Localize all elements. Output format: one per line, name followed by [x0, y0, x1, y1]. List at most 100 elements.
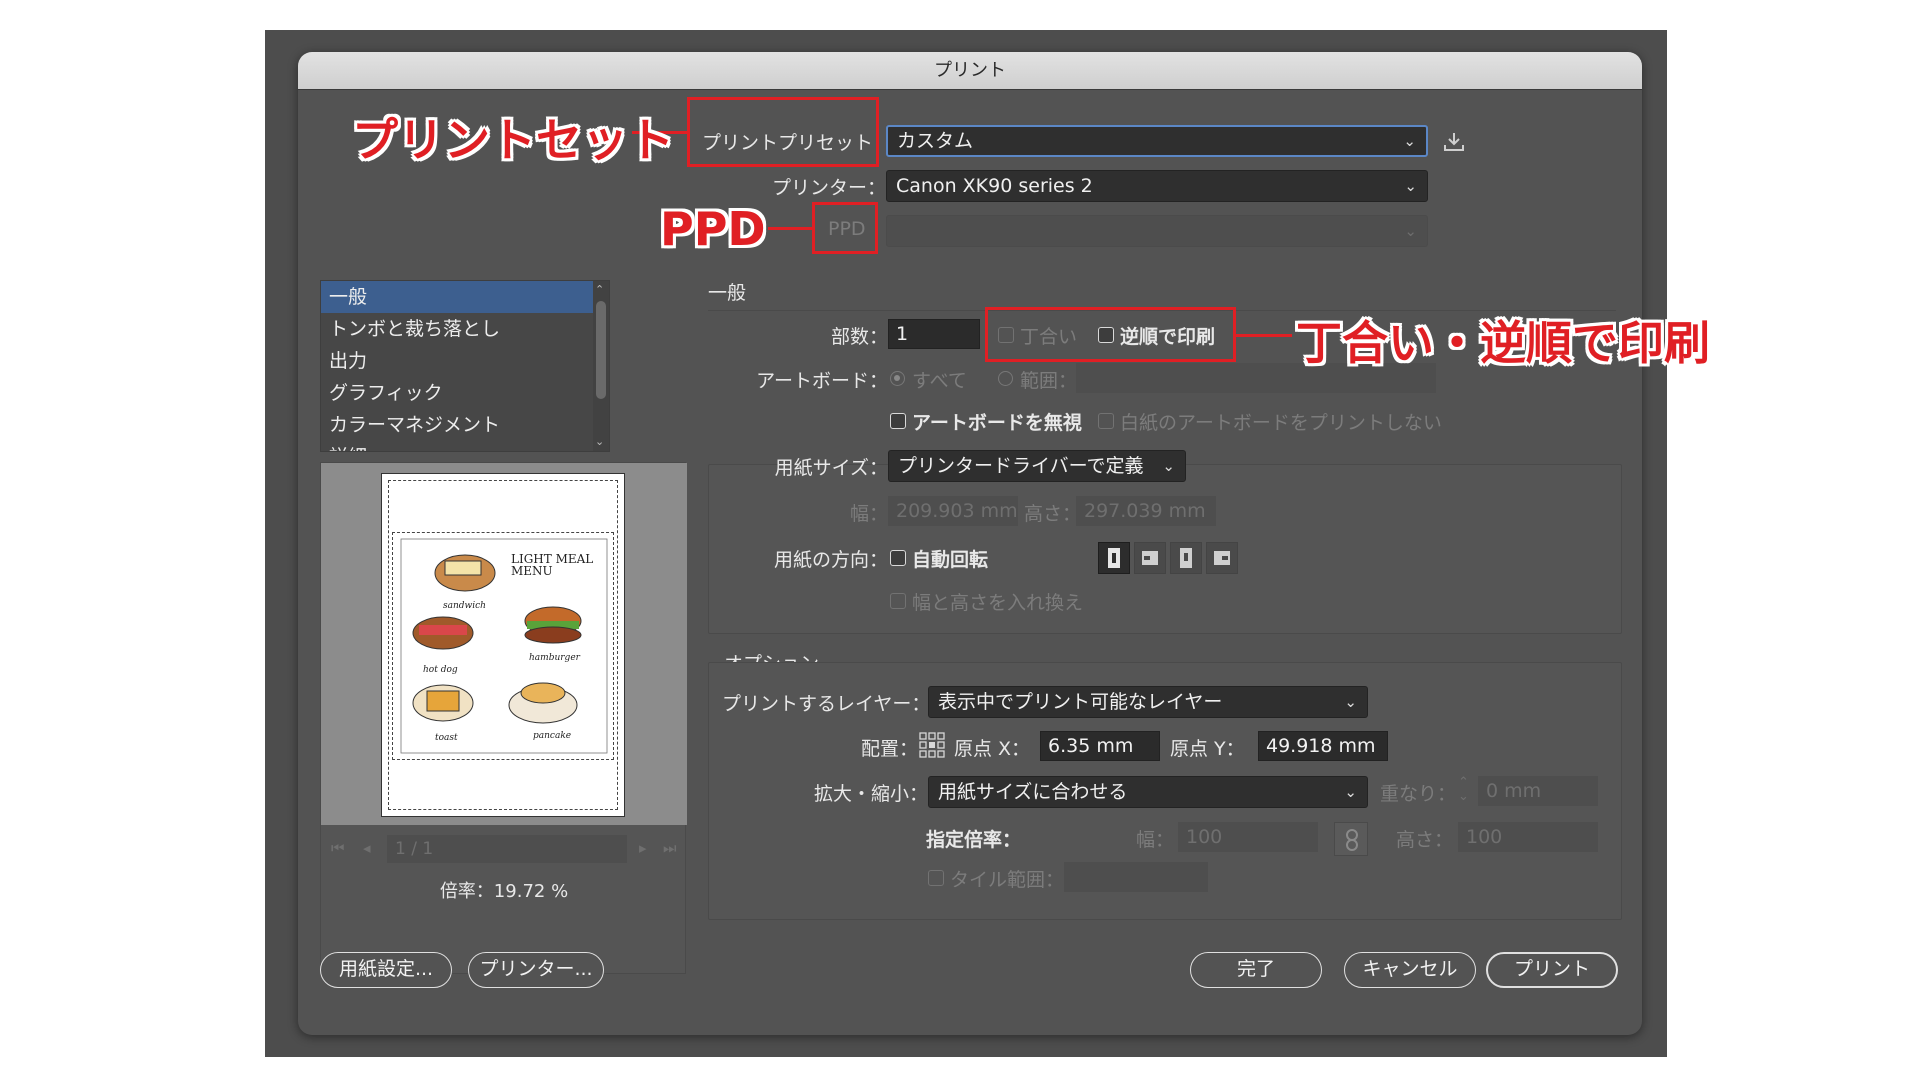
- scale-width-input[interactable]: 100: [1178, 822, 1318, 852]
- scale-width-label: 幅：: [1136, 829, 1175, 851]
- menu-item: hamburger: [529, 653, 580, 663]
- last-page-icon[interactable]: ⏭: [663, 839, 677, 857]
- chevron-down-icon: ⌄: [1404, 222, 1417, 240]
- cancel-button[interactable]: キャンセル: [1344, 952, 1476, 988]
- printer-value: Canon XK90 series 2: [896, 175, 1093, 197]
- dialog-title: プリント: [298, 52, 1642, 90]
- link-icon[interactable]: [1334, 822, 1368, 856]
- save-preset-icon[interactable]: [1442, 130, 1466, 154]
- ignore-artboards-checkbox[interactable]: [890, 413, 906, 429]
- width-input[interactable]: 209.903 mm: [888, 496, 1018, 526]
- page-setup-button[interactable]: 用紙設定...: [320, 952, 452, 988]
- prev-page-icon[interactable]: ◂: [363, 839, 371, 857]
- preset-select[interactable]: カスタム ⌄: [886, 125, 1428, 157]
- category-output[interactable]: 出力: [321, 345, 609, 377]
- print-set-annotation: プリントセット: [352, 113, 674, 167]
- origin-x-label: 原点 X：: [954, 738, 1031, 760]
- scroll-thumb[interactable]: [596, 301, 606, 399]
- range-label: 範囲：: [1020, 370, 1078, 392]
- preview-panel: LIGHT MEAL MENU sandwich hamburger hot d…: [320, 462, 687, 974]
- category-list[interactable]: 一般 トンボと裁ち落とし 出力 グラフィック カラーマネジメント 詳細 ⌃ ⌄: [320, 280, 610, 452]
- artwork-bounds: LIGHT MEAL MENU sandwich hamburger hot d…: [392, 532, 614, 760]
- layers-value: 表示中でプリント可能なレイヤー: [938, 691, 1223, 713]
- ignore-artboards-label: アートボードを無視: [912, 412, 1082, 434]
- landscape-flipped-icon[interactable]: [1206, 542, 1238, 574]
- reference-point-icon[interactable]: [918, 731, 946, 759]
- done-button[interactable]: 完了: [1190, 952, 1322, 988]
- copies-label: 部数：: [830, 326, 888, 348]
- preset-value: カスタム: [897, 130, 974, 152]
- scale-value: 用紙サイズに合わせる: [938, 781, 1128, 803]
- printer-select[interactable]: Canon XK90 series 2 ⌄: [886, 170, 1428, 202]
- collate-callout-line: [1236, 334, 1292, 337]
- page-field[interactable]: 1 / 1: [387, 835, 627, 863]
- category-graphics[interactable]: グラフィック: [321, 377, 609, 409]
- printer-label: プリンター：: [771, 177, 886, 199]
- height-input[interactable]: 297.039 mm: [1076, 496, 1216, 526]
- next-page-icon[interactable]: ▸: [639, 839, 647, 857]
- menu-title: LIGHT MEAL MENU: [511, 552, 594, 578]
- layers-label: プリントするレイヤー：: [722, 693, 931, 715]
- menu-item: pancake: [533, 731, 572, 741]
- auto-rotate-checkbox[interactable]: [890, 550, 906, 566]
- overlap-stepper-icon[interactable]: ⌃ ⌄: [1458, 776, 1469, 804]
- all-artboards-label: すべて: [912, 370, 967, 392]
- collate-reverse-annotation: 丁合い・逆順で印刷: [1296, 316, 1710, 370]
- collate-highlight-box: [985, 307, 1236, 362]
- portrait-icon[interactable]: [1098, 542, 1130, 574]
- chevron-down-icon: ⌄: [1162, 457, 1175, 475]
- scroll-up-icon[interactable]: ⌃: [595, 283, 604, 296]
- menu-item: sandwich: [443, 601, 486, 611]
- category-scrollbar[interactable]: ⌃ ⌄: [593, 281, 609, 451]
- origin-y-label: 原点 Y：: [1170, 738, 1245, 760]
- copies-input[interactable]: 1: [888, 319, 980, 349]
- landscape-icon[interactable]: [1134, 542, 1166, 574]
- tile-range-checkbox[interactable]: [928, 870, 944, 886]
- tile-range-input[interactable]: [1064, 862, 1208, 892]
- paper-size-label: 用紙サイズ：: [774, 457, 888, 479]
- ppd-highlight-box: [812, 202, 878, 254]
- artboard-label: アートボード：: [756, 370, 888, 392]
- tile-range-label: タイル範囲：: [950, 869, 1065, 891]
- printer-settings-button[interactable]: プリンター...: [468, 952, 604, 988]
- swap-dimensions-checkbox[interactable]: [890, 593, 906, 609]
- menu-item: hot dog: [423, 665, 458, 675]
- print-dialog: プリント プリントプリセット カスタム ⌄ プリンター： Canon XK90 …: [298, 52, 1642, 1035]
- overlap-label: 重なり：: [1380, 783, 1457, 805]
- origin-x-input[interactable]: 6.35 mm: [1040, 731, 1160, 761]
- chevron-down-icon: ⌄: [1344, 693, 1357, 711]
- preset-highlight-box: [687, 97, 879, 167]
- origin-y-input[interactable]: 49.918 mm: [1258, 731, 1388, 761]
- paper-size-value: プリンタードライバーで定義: [898, 455, 1144, 477]
- category-general[interactable]: 一般: [321, 281, 609, 313]
- range-radio[interactable]: [998, 371, 1013, 386]
- general-heading: 一般: [708, 282, 747, 304]
- print-button[interactable]: プリント: [1486, 952, 1618, 988]
- scale-label: 拡大・縮小：: [813, 783, 928, 805]
- orientation-label: 用紙の方向：: [773, 549, 888, 571]
- ppd-select[interactable]: ⌄: [886, 215, 1428, 247]
- preview-area[interactable]: LIGHT MEAL MENU sandwich hamburger hot d…: [321, 463, 687, 825]
- first-page-icon[interactable]: ⏮: [331, 839, 345, 857]
- skip-blank-checkbox[interactable]: [1098, 413, 1114, 429]
- width-label: 幅：: [849, 503, 888, 525]
- scale-height-label: 高さ：: [1396, 829, 1454, 851]
- overlap-input[interactable]: 0 mm: [1478, 776, 1598, 806]
- placement-label: 配置：: [860, 738, 918, 760]
- category-color-management[interactable]: カラーマネジメント: [321, 409, 609, 441]
- category-advanced[interactable]: 詳細: [321, 441, 609, 451]
- layers-select[interactable]: 表示中でプリント可能なレイヤー ⌄: [928, 686, 1368, 718]
- all-artboards-radio[interactable]: [890, 371, 905, 386]
- scale-height-input[interactable]: 100: [1458, 822, 1598, 852]
- menu-item: toast: [435, 733, 458, 743]
- scroll-down-icon[interactable]: ⌄: [595, 435, 604, 448]
- portrait-flipped-icon[interactable]: [1170, 542, 1202, 574]
- skip-blank-label: 白紙のアートボードをプリントしない: [1120, 412, 1442, 434]
- paper-size-select[interactable]: プリンタードライバーで定義 ⌄: [888, 450, 1186, 482]
- chevron-down-icon: ⌄: [1403, 132, 1416, 150]
- swap-dimensions-label: 幅と高さを入れ換え: [912, 592, 1084, 614]
- ppd-callout-line: [768, 227, 813, 230]
- height-label: 高さ：: [1024, 503, 1082, 525]
- category-marks-bleed[interactable]: トンボと裁ち落とし: [321, 313, 609, 345]
- scale-select[interactable]: 用紙サイズに合わせる ⌄: [928, 776, 1368, 808]
